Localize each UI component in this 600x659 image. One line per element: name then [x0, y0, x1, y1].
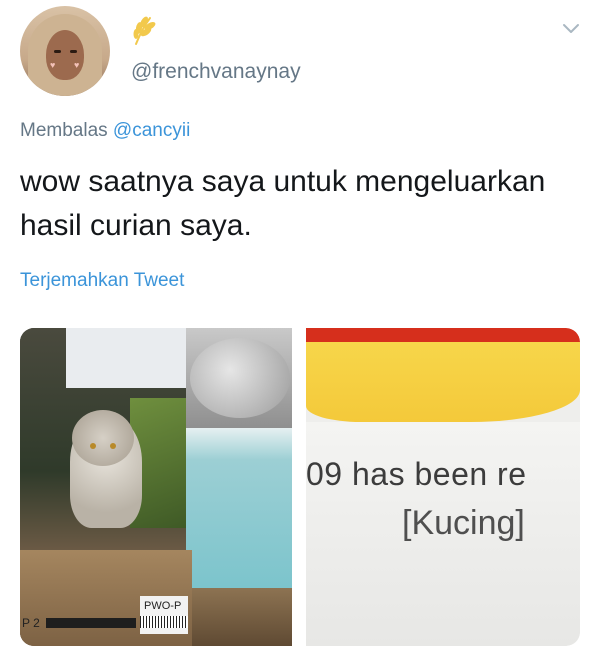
sticker-line-1: 09 has been re — [306, 456, 527, 492]
box-label-2: P 2 — [22, 616, 40, 630]
translate-tweet-link[interactable]: Terjemahkan Tweet — [20, 270, 184, 292]
media-grid: PWO-P P 2 09 has been re [Kucing] — [20, 328, 580, 646]
heart-icon: ♥ — [50, 60, 56, 70]
avatar-face — [46, 30, 84, 80]
avatar-eye — [54, 50, 61, 53]
reply-prefix: Membalas — [20, 120, 113, 141]
tweet-text: wow saatnya saya untuk mengeluarkan hasi… — [20, 165, 546, 242]
cat-head — [72, 410, 134, 466]
heart-icon: ♥ — [74, 60, 80, 70]
photo-sticker[interactable]: 09 has been re [Kucing] — [306, 328, 580, 646]
photo-cat[interactable]: PWO-P P 2 — [20, 328, 292, 646]
reply-context: Membalas @cancyii — [20, 120, 190, 142]
wheat-icon — [133, 16, 156, 45]
avatar-eye — [70, 50, 77, 53]
chevron-down-icon[interactable] — [562, 22, 580, 36]
avatar[interactable]: ♥ ♥ — [20, 6, 110, 96]
user-handle[interactable]: @frenchvanaynay — [131, 60, 301, 84]
reply-mention-link[interactable]: @cancyii — [113, 120, 190, 141]
sticker-line-2: [Kucing] — [402, 504, 525, 542]
box-label: PWO-P — [144, 600, 182, 612]
